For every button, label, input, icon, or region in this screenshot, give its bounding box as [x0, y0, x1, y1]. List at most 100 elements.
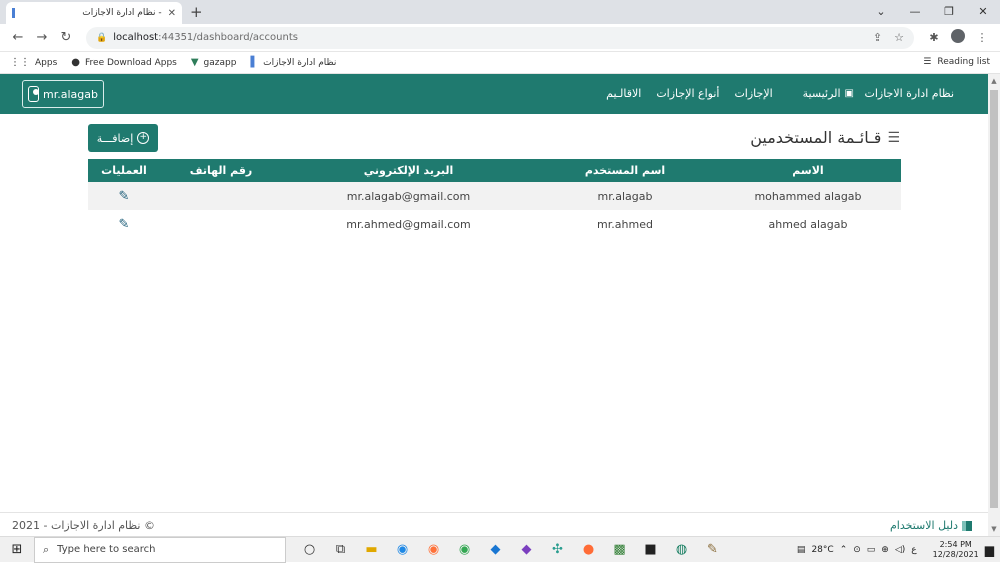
minimize-icon[interactable]: — [898, 0, 932, 24]
bookmark-star-icon[interactable]: ☆ [894, 31, 904, 44]
cell-phone [160, 182, 282, 210]
battery-icon[interactable]: ▭ [867, 545, 876, 555]
temperature[interactable]: 28°C [811, 545, 833, 555]
cell-actions: ✎ [88, 182, 160, 210]
vscode-icon[interactable]: ◆ [480, 542, 511, 557]
users-table: الاسم اسم المستخدم البريد الإلكتروني رقم… [88, 159, 901, 238]
extensions-icon[interactable]: ✱ [922, 31, 946, 44]
reading-list[interactable]: ☰ Reading list [923, 57, 990, 67]
add-user-button[interactable]: إضافـــة + [88, 124, 158, 152]
page-icon: ▌ [250, 57, 259, 68]
close-tab-icon[interactable]: ✕ [168, 8, 176, 19]
app-icon[interactable]: ✣ [542, 542, 573, 557]
url-input[interactable]: 🔒 localhost:44351/dashboard/accounts ⇪ ☆ [86, 26, 914, 49]
tray-chevron-icon[interactable]: ⌃ [840, 545, 848, 555]
browser-tabstrip: نظام ادارة الاجازات - ✕ + ⌄ — ❐ ✕ [0, 0, 1000, 24]
page-title: قـائـمة المستخدمين ☰ [750, 128, 900, 147]
user-name: mr.alagab [43, 87, 98, 101]
browser-tab[interactable]: نظام ادارة الاجازات - ✕ [6, 2, 182, 24]
taskbar-apps: ○ ⧉ ▬ ◉ ◉ ◉ ◆ ◆ ✣ ● ▩ ■ ◍ ✎ [294, 542, 728, 557]
nav-regions[interactable]: الاقالـيم [606, 87, 641, 100]
close-window-icon[interactable]: ✕ [966, 0, 1000, 24]
reload-icon[interactable]: ↻ [54, 30, 78, 45]
cell-phone [160, 210, 282, 238]
firefox-icon[interactable]: ◉ [418, 542, 449, 557]
table-header-row: الاسم اسم المستخدم البريد الإلكتروني رقم… [88, 159, 901, 182]
book-icon [962, 520, 972, 531]
chrome-icon[interactable]: ◉ [449, 542, 480, 557]
share-icon[interactable]: ⇪ [873, 31, 882, 44]
nav-links: الرئيسية ▣ الإجازات أنواع الإجازات الاقال… [591, 87, 854, 100]
window-controls: ⌄ — ❐ ✕ [864, 0, 1000, 24]
weather-icon[interactable]: ▤ [797, 545, 806, 555]
volume-icon[interactable]: ◁) [895, 545, 905, 555]
plus-circle-icon: + [137, 132, 150, 144]
lock-icon[interactable]: 🔒 [96, 33, 107, 43]
network-app-icon[interactable]: ◍ [666, 542, 697, 557]
brand-title[interactable]: نظام ادارة الاجازات [864, 87, 954, 100]
list-icon: ☰ [887, 129, 900, 146]
task-view-icon[interactable]: ⧉ [325, 542, 356, 557]
visual-studio-icon[interactable]: ◆ [511, 542, 542, 557]
page-content: نظام ادارة الاجازات الرئيسية ▣ الإجازات أ… [0, 74, 988, 536]
cell-name: ahmed alagab [768, 217, 848, 231]
new-tab-icon[interactable]: + [190, 3, 203, 21]
col-actions: العمليات [88, 159, 160, 182]
paint-app-icon[interactable]: ✎ [697, 542, 728, 557]
bookmark-free-download-apps[interactable]: ● Free Download Apps [71, 57, 177, 68]
user-guide-link[interactable]: دليل الاستخدام [890, 519, 972, 532]
scroll-thumb[interactable] [990, 90, 998, 508]
page-favicon-icon [12, 8, 24, 18]
sticky-app-icon[interactable]: ■ [635, 542, 666, 557]
back-icon[interactable]: ← [6, 30, 30, 45]
app-navbar: نظام ادارة الاجازات الرئيسية ▣ الإجازات أ… [0, 74, 988, 114]
network-icon[interactable]: ⊕ [881, 545, 889, 555]
nav-home[interactable]: الرئيسية ▣ [788, 87, 854, 100]
windows-taskbar: ⊞ ⌕ Type here to search ○ ⧉ ▬ ◉ ◉ ◉ ◆ ◆ … [0, 536, 1000, 563]
cortana-icon[interactable]: ○ [294, 542, 325, 557]
tab-title: نظام ادارة الاجازات - [82, 8, 162, 18]
menu-kebab-icon[interactable]: ⋮ [970, 31, 994, 44]
bookmark-gazapp[interactable]: ▼ gazapp [191, 57, 237, 68]
user-icon [28, 86, 40, 102]
tab-search-icon[interactable]: ⌄ [864, 0, 898, 24]
vue-icon: ▼ [190, 57, 199, 68]
clock[interactable]: 2:54 PM 12/28/2021 [927, 540, 979, 560]
cell-email: mr.alagab@gmail.com [282, 182, 535, 210]
page-header: قـائـمة المستخدمين ☰ إضافـــة + [0, 114, 988, 158]
system-tray: ▤ 28°C ⌃ ⊙ ▭ ⊕ ◁) ع 2:54 PM 12/28/2021 ▆ [791, 537, 994, 563]
search-icon: ⌕ [43, 542, 50, 556]
edit-pencil-icon[interactable]: ✎ [119, 189, 130, 204]
profile-avatar[interactable] [946, 29, 970, 46]
edge-icon[interactable]: ◉ [387, 542, 418, 557]
scroll-up-icon[interactable]: ▲ [988, 77, 1000, 85]
restore-icon[interactable]: ❐ [932, 0, 966, 24]
bookmark-apps[interactable]: ⋮⋮ Apps [10, 57, 57, 68]
file-explorer-icon[interactable]: ▬ [356, 542, 387, 557]
taskbar-search-input[interactable]: ⌕ Type here to search [34, 536, 286, 563]
cell-email: mr.ahmed@gmail.com [346, 217, 471, 231]
scroll-down-icon[interactable]: ▼ [988, 525, 1000, 533]
col-username: اسم المستخدم [535, 159, 715, 182]
edit-pencil-icon[interactable]: ✎ [119, 217, 130, 232]
address-bar-row: ← → ↻ 🔒 localhost:44351/dashboard/accoun… [0, 24, 1000, 52]
table-row: mohammed alagab mr.alagab mr.alagab@gmai… [88, 182, 901, 210]
notifications-icon[interactable]: ▆ [985, 543, 994, 557]
postman-icon[interactable]: ● [573, 542, 604, 557]
windows-start-icon[interactable]: ⊞ [0, 542, 34, 557]
input-language[interactable]: ع [911, 545, 916, 555]
home-icon: ▣ [844, 88, 854, 99]
forward-icon[interactable]: → [30, 30, 54, 45]
page-footer: نظام ادارة الاجازات - 2021 © دليل الاستخ… [0, 512, 988, 536]
col-email: البريد الإلكتروني [282, 159, 535, 182]
nav-leave-types[interactable]: أنواع الإجازات [656, 87, 719, 100]
page-scrollbar[interactable]: ▲ ▼ [988, 74, 1000, 536]
image-app-icon[interactable]: ▩ [604, 542, 635, 557]
apps-grid-icon: ⋮⋮ [10, 57, 30, 68]
user-button[interactable]: mr.alagab [22, 80, 104, 108]
reading-list-icon: ☰ [923, 57, 932, 67]
globe-icon: ● [71, 57, 81, 68]
tray-app-icon[interactable]: ⊙ [853, 545, 861, 555]
nav-leaves[interactable]: الإجازات [734, 87, 772, 100]
bookmark-leave-system[interactable]: ▌ نظام ادارة الاجازات [250, 57, 336, 68]
